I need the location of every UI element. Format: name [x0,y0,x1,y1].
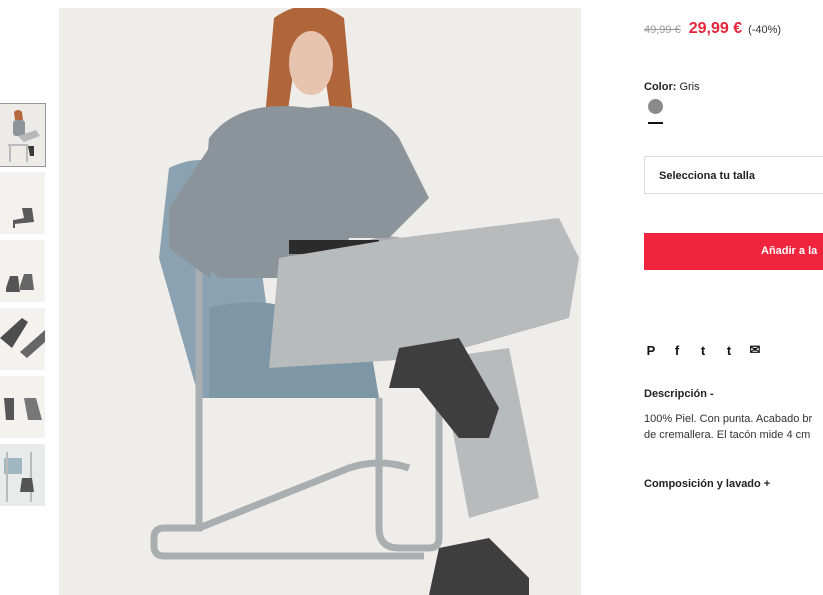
facebook-icon[interactable]: f [670,343,684,358]
description-line-1: 100% Piel. Con punta. Acabado br [644,413,813,425]
model-seated-thumbnail [0,104,45,166]
product-info-panel: 49,99 € 29,99 € (-40%) Color: Gris Selecci… [644,0,823,595]
composition-toggle[interactable]: Composición y lavado + [644,478,770,490]
thumbnail-2[interactable] [0,172,45,234]
color-label: Color: Gris [644,81,700,93]
thumbnail-3[interactable] [0,240,45,302]
twitter-icon[interactable]: t [696,343,710,358]
pinterest-icon[interactable]: P [644,343,658,358]
thumbnail-5[interactable] [0,376,45,438]
price-row: 49,99 € 29,99 € (-40%) [644,20,781,38]
boot-heel-thumbnail [0,376,45,438]
chair-boot-thumbnail [0,444,45,506]
description-text: 100% Piel. Con punta. Acabado br de crem… [644,411,823,443]
thumbnail-4[interactable] [0,308,45,370]
old-price: 49,99 € [644,24,681,36]
tumblr-icon[interactable]: t [722,343,736,358]
thumbnail-1[interactable] [0,103,46,167]
model-photo [59,8,581,595]
color-swatch-gris[interactable] [648,99,663,114]
discount-badge: (-40%) [748,24,782,36]
size-select[interactable]: Selecciona tu talla [644,156,823,194]
email-icon[interactable]: ✉ [748,342,762,358]
add-to-cart-button[interactable]: Añadir a la [644,233,823,270]
boots-pair-thumbnail [0,240,45,302]
share-bar: P f t t ✉ [644,342,762,358]
color-value: Gris [679,81,700,93]
product-main-image[interactable] [59,8,581,595]
description-line-2: de cremallera. El tacón mide 4 cm [644,429,811,441]
thumbnail-6[interactable] [0,444,45,506]
swatch-selected-indicator [648,122,663,124]
color-label-title: Color: [644,81,677,93]
boot-detail-thumbnail [0,308,45,370]
boot-side-thumbnail [0,172,45,234]
sale-price: 29,99 € [688,20,743,37]
description-toggle[interactable]: Descripción - [644,388,714,400]
